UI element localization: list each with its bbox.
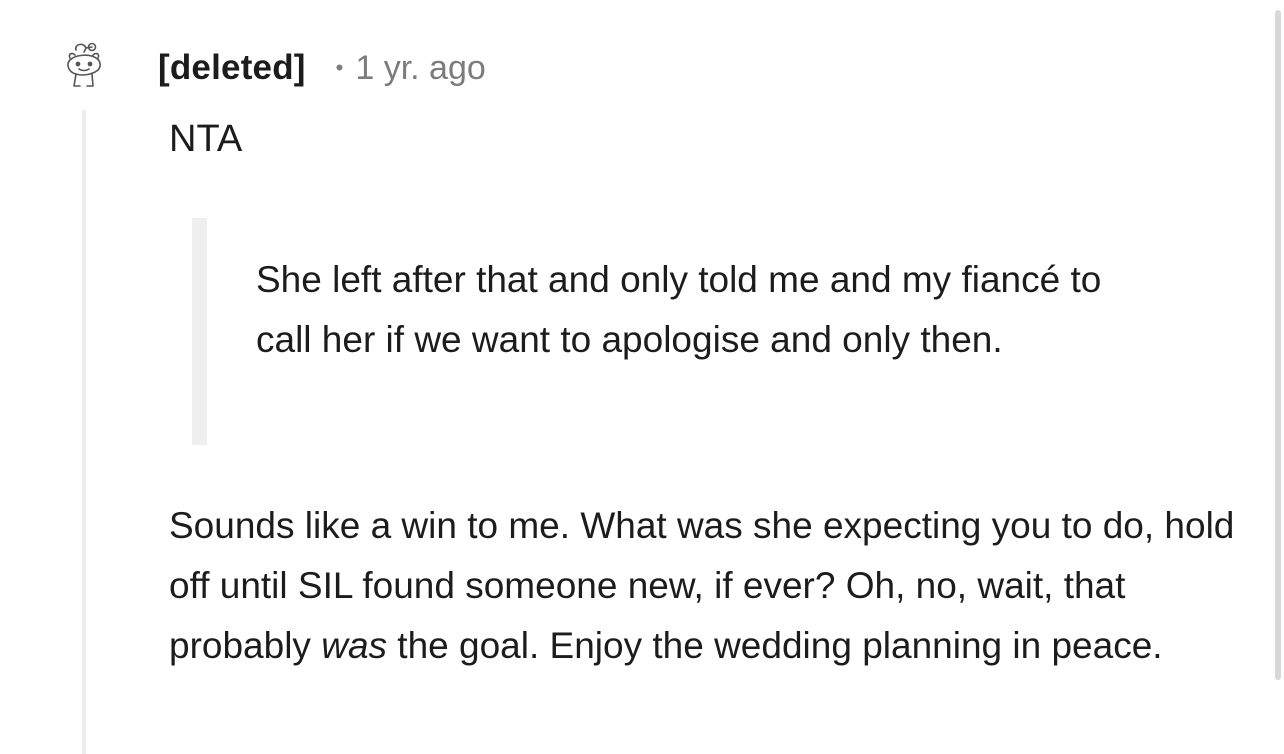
meta-separator: •	[335, 55, 344, 80]
thread-collapse-line[interactable]	[82, 110, 86, 754]
comment-author[interactable]: [deleted]	[158, 48, 306, 88]
blockquote-bar	[192, 218, 207, 445]
comment-body: Sounds like a win to me. What was she ex…	[169, 496, 1239, 676]
comment-body-part2: the goal. Enjoy the wedding planning in …	[387, 625, 1163, 666]
blockquote: She left after that and only told me and…	[192, 218, 1152, 445]
comment-header: [deleted] • 1 yr. ago	[158, 46, 486, 90]
comment-verdict: NTA	[169, 118, 243, 160]
scrollbar[interactable]	[1270, 0, 1284, 754]
scrollbar-thumb[interactable]	[1275, 10, 1281, 680]
comment-body-emphasis: was	[321, 625, 388, 666]
blockquote-text: She left after that and only told me and…	[256, 259, 1102, 360]
snoo-avatar-icon[interactable]	[62, 40, 106, 94]
comment-timestamp[interactable]: 1 yr. ago	[355, 49, 485, 88]
